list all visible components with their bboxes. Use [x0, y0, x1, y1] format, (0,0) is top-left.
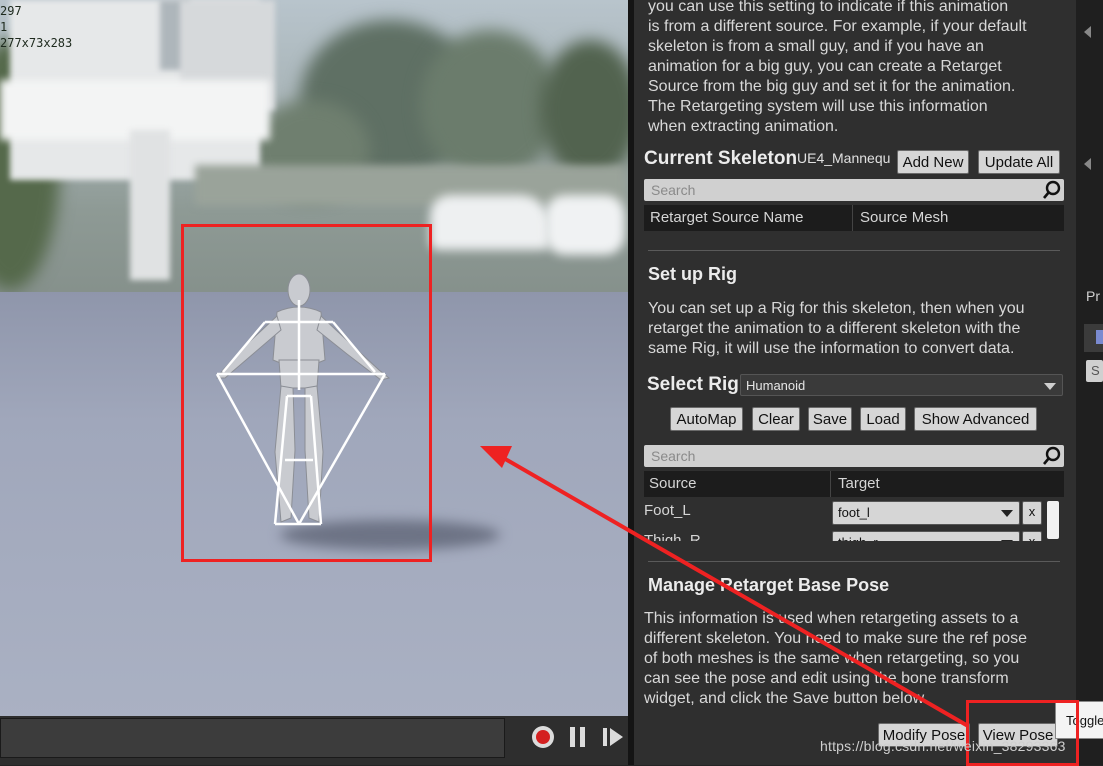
bone-target-dropdown[interactable]: thigh_r: [832, 531, 1020, 541]
bone-target-value: thigh_r: [838, 535, 878, 541]
bone-target-dropdown[interactable]: foot_l: [832, 501, 1020, 525]
retarget-source-search-input[interactable]: Search: [644, 179, 1064, 201]
text-line: same Rig, it will use the information to…: [648, 340, 1015, 357]
text-line: you can use this setting to indicate if …: [648, 0, 1009, 15]
text-line: Source from the big guy and set it for t…: [648, 78, 1016, 95]
text-line: The Retargeting system will use this inf…: [648, 98, 988, 115]
retarget-manager-panel: you can use this setting to indicate if …: [634, 0, 1076, 765]
background-car: [430, 195, 550, 250]
column-header-target[interactable]: Target: [838, 471, 880, 497]
text-line: can see the pose and edit using the bone…: [644, 670, 1009, 687]
annotation-box-figure: [181, 224, 432, 562]
current-skeleton-value: UE4_Mannequ: [797, 150, 891, 166]
show-advanced-button[interactable]: Show Advanced: [914, 407, 1037, 431]
column-header-source[interactable]: Source: [649, 471, 697, 497]
viewport-stats: 297 1 277x73x283: [0, 3, 72, 51]
clear-mapping-button[interactable]: x: [1022, 531, 1042, 541]
stat-line: 277x73x283: [0, 36, 73, 50]
retarget-source-description: you can use this setting to indicate if …: [648, 0, 1073, 137]
automap-button[interactable]: AutoMap: [670, 407, 743, 431]
search-icon: [1043, 446, 1061, 465]
save-rig-button[interactable]: Save: [808, 407, 852, 431]
bone-mapping-list: Foot_L foot_l x Thigh_R thigh_r x: [644, 499, 1044, 541]
background-building-column: [130, 130, 170, 280]
section-separator: [648, 561, 1060, 562]
select-rig-dropdown[interactable]: Humanoid: [740, 374, 1063, 396]
search-placeholder: Search: [651, 448, 696, 464]
stat-line: 297: [0, 4, 22, 18]
background-tree: [420, 30, 560, 180]
text-line: You can set up a Rig for this skeleton, …: [648, 300, 1025, 317]
combo-arrow-icon: [1001, 540, 1013, 541]
watermark-text: https://blog.csdn.net/weixin_38293363: [820, 738, 1066, 754]
combo-arrow-icon: [1044, 383, 1056, 390]
combo-arrow-icon: [1001, 510, 1013, 517]
bone-source-name: Foot_L: [644, 502, 691, 519]
bone-target-value: foot_l: [838, 505, 870, 520]
timeline-scrubber[interactable]: [0, 718, 505, 758]
add-new-button[interactable]: Add New: [897, 150, 969, 174]
select-rig-value: Humanoid: [746, 378, 806, 393]
column-header-retarget-source-name[interactable]: Retarget Source Name: [650, 205, 803, 231]
bone-mapping-table-header: Source Target: [644, 471, 1064, 497]
collapse-arrow-icon[interactable]: [1084, 158, 1091, 170]
base-pose-description: This information is used when retargetin…: [644, 609, 1074, 709]
bone-mapping-search-input[interactable]: Search: [644, 445, 1064, 467]
bone-source-name: Thigh_R: [644, 532, 701, 541]
stat-line: 1: [0, 20, 8, 34]
table-row: Foot_L foot_l x: [644, 499, 1044, 527]
annotation-box-view-pose: [966, 700, 1079, 766]
text-line: when extracting animation.: [648, 118, 839, 135]
record-icon[interactable]: [530, 724, 556, 750]
text-line: animation for a big guy, you can create …: [648, 58, 1002, 75]
load-rig-button[interactable]: Load: [860, 407, 906, 431]
pause-icon[interactable]: [565, 724, 591, 750]
section-separator: [648, 250, 1060, 251]
setup-rig-description: You can set up a Rig for this skeleton, …: [648, 299, 1073, 359]
play-icon[interactable]: [600, 724, 626, 750]
animation-viewport[interactable]: 297 1 277x73x283: [0, 0, 628, 765]
current-skeleton-label: Current Skeleton: [644, 148, 798, 169]
search-placeholder: Search: [651, 182, 696, 198]
background-car: [545, 195, 625, 255]
setup-rig-title: Set up Rig: [648, 264, 737, 284]
text-line: retarget the animation to a different sk…: [648, 320, 1021, 337]
retarget-source-table-header: Retarget Source Name Source Mesh: [644, 205, 1064, 231]
column-header-source-mesh[interactable]: Source Mesh: [860, 205, 948, 231]
truncated-label: Pr: [1086, 288, 1100, 304]
truncated-search-field[interactable]: S: [1086, 360, 1103, 382]
text-line: different skeleton. You need to make sur…: [644, 630, 1028, 647]
collapse-arrow-icon[interactable]: [1084, 26, 1091, 38]
blueprint-icon: [1096, 330, 1103, 344]
table-row: Thigh_R thigh_r x: [644, 529, 1044, 541]
clear-mapping-button[interactable]: x: [1022, 501, 1042, 525]
base-pose-title: Manage Retarget Base Pose: [648, 575, 890, 595]
text-line: skeleton is from a small guy, and if you…: [648, 38, 984, 55]
clear-button[interactable]: Clear: [752, 407, 800, 431]
column-divider: [830, 471, 831, 497]
text-line: is from a different source. For example,…: [648, 18, 1027, 35]
text-line: of both meshes is the same when retarget…: [644, 650, 1020, 667]
right-panel-strip: Pr S: [1076, 0, 1103, 765]
mapping-scrollbar[interactable]: [1047, 501, 1059, 539]
text-line: This information is used when retargetin…: [644, 610, 1019, 627]
select-rig-label: Select Rig: [647, 374, 739, 395]
column-divider: [852, 205, 853, 231]
search-icon: [1043, 180, 1061, 199]
update-all-button[interactable]: Update All: [978, 150, 1060, 174]
